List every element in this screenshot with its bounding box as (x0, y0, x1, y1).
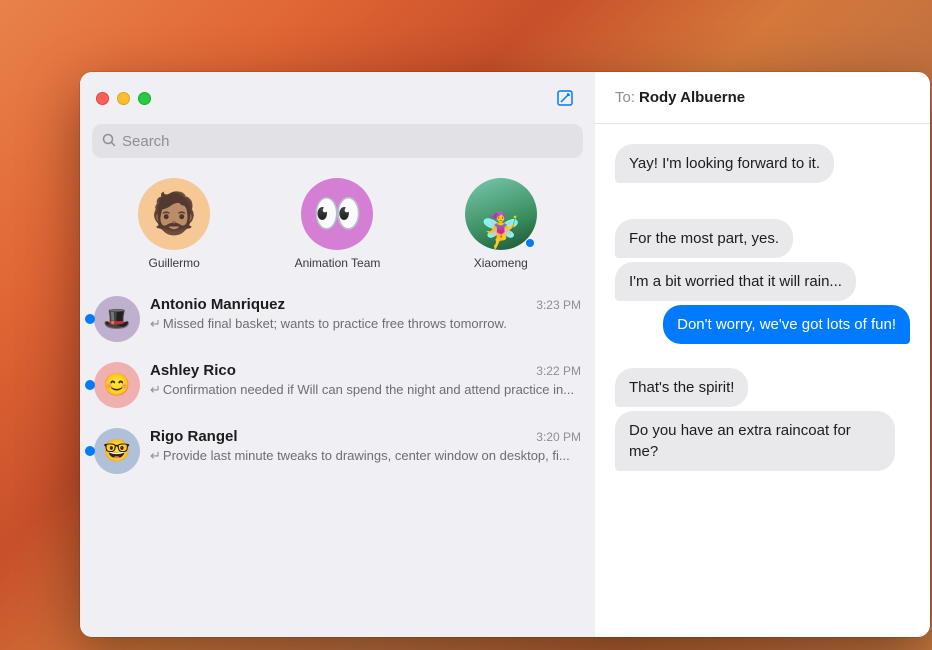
maximize-button[interactable] (138, 92, 151, 105)
sidebar: Search 🧔🏽 Guillermo 👀 Ani (80, 72, 595, 637)
bubble-row-4: That's the spirit! (615, 368, 910, 407)
bubble-row-0: Yay! I'm looking forward to it. (615, 144, 910, 183)
rigo-header: Rigo Rangel 3:20 PM (150, 428, 581, 445)
avatar-rigo: 🤓 (94, 428, 140, 474)
to-label: To: (615, 89, 635, 106)
ashley-preview-icon: ↵ (150, 382, 161, 397)
guillermo-name: Guillermo (149, 256, 200, 270)
rigo-time: 3:20 PM (536, 430, 581, 444)
bubble-row-2: I'm a bit worried that it will rain... (615, 262, 910, 301)
search-icon (102, 133, 116, 150)
ashley-time: 3:22 PM (536, 364, 581, 378)
unread-dot-ashley (85, 380, 95, 390)
bubble-0: Yay! I'm looking forward to it. (615, 144, 834, 183)
pinned-xiaomeng[interactable]: 🧚‍♀️ Xiaomeng (465, 178, 537, 270)
avatar-antonio: 🎩 (94, 296, 140, 342)
pinned-animation-team[interactable]: 👀 Animation Team (295, 178, 381, 270)
bubble-row-5: Do you have an extra raincoat for me? (615, 411, 910, 471)
bubble-2: I'm a bit worried that it will rain... (615, 262, 856, 301)
message-item-ashley[interactable]: 😊 Ashley Rico 3:22 PM ↵Confirmation need… (80, 352, 595, 418)
spacer-1 (615, 191, 910, 211)
avatar-ashley: 😊 (94, 362, 140, 408)
ashley-preview: ↵Confirmation needed if Will can spend t… (150, 381, 581, 399)
avatar-xiaomeng-wrap: 🧚‍♀️ (465, 178, 537, 250)
antonio-sender: Antonio Manriquez (150, 296, 285, 313)
search-placeholder: Search (122, 133, 170, 150)
antonio-content: Antonio Manriquez 3:23 PM ↵Missed final … (150, 296, 581, 333)
rigo-content: Rigo Rangel 3:20 PM ↵Provide last minute… (150, 428, 581, 465)
rigo-preview: ↵Provide last minute tweaks to drawings,… (150, 447, 581, 465)
avatar-animation-team: 👀 (301, 178, 373, 250)
bubble-row-3: Don't worry, we've got lots of fun! (615, 305, 910, 344)
bubble-group-1: For the most part, yes. I'm a bit worrie… (615, 219, 910, 344)
xiaomeng-emoji: 🧚‍♀️ (480, 214, 522, 248)
message-list: 🎩 Antonio Manriquez 3:23 PM ↵Missed fina… (80, 286, 595, 637)
pinned-guillermo[interactable]: 🧔🏽 Guillermo (138, 178, 210, 270)
message-item-rigo[interactable]: 🤓 Rigo Rangel 3:20 PM ↵Provide last minu… (80, 418, 595, 484)
bubble-group-2: That's the spirit! Do you have an extra … (615, 368, 910, 471)
ashley-content: Ashley Rico 3:22 PM ↵Confirmation needed… (150, 362, 581, 399)
ashley-emoji: 😊 (103, 372, 130, 398)
bubble-5: Do you have an extra raincoat for me? (615, 411, 895, 471)
search-bar[interactable]: Search (92, 124, 583, 158)
rigo-emoji: 🤓 (103, 438, 130, 464)
bubble-3: Don't worry, we've got lots of fun! (663, 305, 910, 344)
bubble-1: For the most part, yes. (615, 219, 793, 258)
close-button[interactable] (96, 92, 109, 105)
message-item-antonio[interactable]: 🎩 Antonio Manriquez 3:23 PM ↵Missed fina… (80, 286, 595, 352)
antonio-emoji: 🎩 (103, 306, 130, 332)
animation-team-emoji: 👀 (313, 194, 363, 234)
avatar-animation-team-wrap: 👀 (301, 178, 373, 250)
rigo-sender: Rigo Rangel (150, 428, 238, 445)
antonio-preview-icon: ↵ (150, 316, 161, 331)
traffic-lights (96, 92, 151, 105)
ashley-sender: Ashley Rico (150, 362, 236, 379)
animation-team-name: Animation Team (295, 256, 381, 270)
xiaomeng-name: Xiaomeng (474, 256, 528, 270)
rigo-preview-icon: ↵ (150, 448, 161, 463)
guillermo-emoji: 🧔🏽 (149, 194, 199, 234)
avatar-guillermo-wrap: 🧔🏽 (138, 178, 210, 250)
chat-panel: To: Rody Albuerne Yay! I'm looking forwa… (595, 72, 930, 637)
messages-window: Search 🧔🏽 Guillermo 👀 Ani (80, 72, 930, 637)
chat-header: To: Rody Albuerne (595, 72, 930, 124)
antonio-header: Antonio Manriquez 3:23 PM (150, 296, 581, 313)
unread-dot-rigo (85, 446, 95, 456)
spacer-2 (615, 352, 910, 360)
compose-button[interactable] (551, 84, 579, 112)
bubble-4: That's the spirit! (615, 368, 748, 407)
xiaomeng-unread-dot (525, 238, 535, 248)
antonio-time: 3:23 PM (536, 298, 581, 312)
unread-dot-antonio (85, 314, 95, 324)
antonio-preview: ↵Missed final basket; wants to practice … (150, 315, 581, 333)
pinned-contacts: 🧔🏽 Guillermo 👀 Animation Team 🧚‍♀️ (80, 170, 595, 286)
avatar-guillermo: 🧔🏽 (138, 178, 210, 250)
minimize-button[interactable] (117, 92, 130, 105)
chat-messages: Yay! I'm looking forward to it. For the … (595, 124, 930, 637)
bubble-row-1: For the most part, yes. (615, 219, 910, 258)
chat-recipient: Rody Albuerne (639, 89, 745, 106)
titlebar (80, 72, 595, 124)
ashley-header: Ashley Rico 3:22 PM (150, 362, 581, 379)
